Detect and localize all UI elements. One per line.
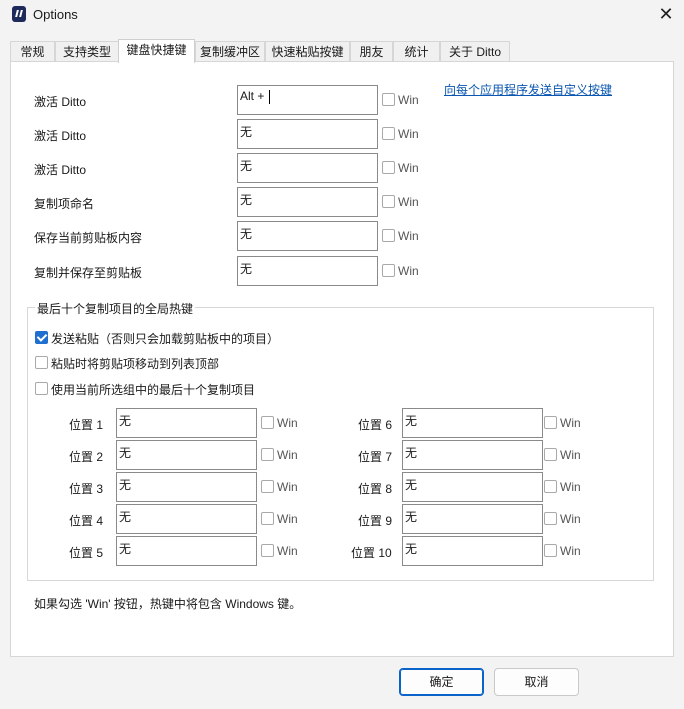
win-checkbox[interactable]: [261, 480, 274, 493]
win-checkbox[interactable]: [261, 544, 274, 557]
ditto-app-icon: [12, 6, 26, 22]
hotkey-field[interactable]: Alt +: [237, 85, 378, 115]
win-label: Win: [277, 416, 298, 430]
position-hotkey-field[interactable]: 无: [402, 472, 543, 502]
position-label: 位置 1: [69, 418, 104, 432]
win-label: Win: [560, 512, 581, 526]
tab-quick-paste-keys[interactable]: 快速粘贴按键: [265, 41, 350, 61]
move-to-top-checkbox[interactable]: [35, 356, 48, 369]
position-label: 位置 3: [69, 482, 104, 496]
win-label: Win: [560, 416, 581, 430]
win-checkbox[interactable]: [382, 161, 395, 174]
hotkey-label: 保存当前剪贴板内容: [34, 231, 143, 245]
tab-supported-types[interactable]: 支持类型: [55, 41, 119, 61]
send-custom-keys-link[interactable]: 向每个应用程序发送自定义按键: [444, 81, 612, 98]
win-checkbox[interactable]: [382, 127, 395, 140]
position-hotkey-field[interactable]: 无: [116, 408, 257, 438]
win-label: Win: [398, 127, 419, 141]
position-label: 位置 7: [358, 450, 393, 464]
hotkey-label: 激活 Ditto: [34, 95, 87, 109]
send-paste-checkbox[interactable]: [35, 331, 48, 344]
position-hotkey-field[interactable]: 无: [116, 536, 257, 566]
win-label: Win: [560, 480, 581, 494]
text-caret: [268, 89, 270, 104]
tab-strip: 常规 支持类型 键盘快捷键 复制缓冲区 快速粘贴按键 朋友 统计 关于 Ditt…: [10, 39, 674, 63]
win-label: Win: [277, 512, 298, 526]
position-hotkey-field[interactable]: 无: [116, 504, 257, 534]
cancel-button[interactable]: 取消: [494, 668, 579, 696]
win-checkbox[interactable]: [382, 264, 395, 277]
position-label: 位置 10: [351, 546, 392, 560]
hotkey-label: 激活 Ditto: [34, 163, 87, 177]
position-hotkey-field[interactable]: 无: [402, 440, 543, 470]
hotkey-label: 复制项命名: [34, 197, 95, 211]
send-paste-label: 发送粘贴（否则只会加载剪贴板中的项目）: [51, 332, 280, 346]
win-label: Win: [560, 448, 581, 462]
tab-copy-buffers[interactable]: 复制缓冲区: [195, 41, 265, 61]
tab-about[interactable]: 关于 Ditto: [440, 41, 510, 61]
close-icon[interactable]: ✕: [652, 2, 680, 26]
win-label: Win: [277, 448, 298, 462]
hotkey-field[interactable]: 无: [237, 221, 378, 251]
win-label: Win: [398, 264, 419, 278]
win-checkbox[interactable]: [544, 544, 557, 557]
win-checkbox[interactable]: [382, 195, 395, 208]
position-hotkey-field[interactable]: 无: [116, 472, 257, 502]
win-label: Win: [277, 480, 298, 494]
hotkey-field[interactable]: 无: [237, 187, 378, 217]
win-label: Win: [398, 93, 419, 107]
win-checkbox[interactable]: [261, 448, 274, 461]
win-checkbox[interactable]: [261, 512, 274, 525]
win-label: Win: [398, 161, 419, 175]
position-label: 位置 2: [69, 450, 104, 464]
position-hotkey-field[interactable]: 无: [402, 536, 543, 566]
move-to-top-label: 粘贴时将剪贴项移动到列表顶部: [51, 357, 220, 371]
win-key-note: 如果勾选 'Win' 按钮，热键中将包含 Windows 键。: [34, 597, 302, 611]
position-hotkey-field[interactable]: 无: [402, 504, 543, 534]
use-current-group-label: 使用当前所选组中的最后十个复制项目: [51, 383, 256, 397]
group-title: 最后十个复制项目的全局热键: [35, 300, 196, 317]
hotkey-field[interactable]: 无: [237, 119, 378, 149]
position-hotkey-field[interactable]: 无: [116, 440, 257, 470]
win-label: Win: [398, 229, 419, 243]
win-label: Win: [277, 544, 298, 558]
tab-stats[interactable]: 统计: [393, 41, 440, 61]
win-label: Win: [398, 195, 419, 209]
win-checkbox[interactable]: [544, 480, 557, 493]
use-current-group-checkbox[interactable]: [35, 382, 48, 395]
options-window: Options ✕ 常规 支持类型 键盘快捷键 复制缓冲区 快速粘贴按键 朋友 …: [0, 0, 684, 709]
hotkey-value: Alt +: [240, 89, 268, 103]
win-checkbox[interactable]: [544, 512, 557, 525]
win-label: Win: [560, 544, 581, 558]
position-label: 位置 4: [69, 514, 104, 528]
hotkey-field[interactable]: 无: [237, 153, 378, 183]
position-label: 位置 6: [358, 418, 393, 432]
position-label: 位置 8: [358, 482, 393, 496]
ok-button[interactable]: 确定: [399, 668, 484, 696]
hotkey-label: 复制并保存至剪贴板: [34, 266, 143, 280]
win-checkbox[interactable]: [544, 416, 557, 429]
position-hotkey-field[interactable]: 无: [402, 408, 543, 438]
position-label: 位置 5: [69, 546, 104, 560]
win-checkbox[interactable]: [382, 229, 395, 242]
window-title: Options: [33, 7, 78, 22]
hotkey-label: 激活 Ditto: [34, 129, 87, 143]
win-checkbox[interactable]: [544, 448, 557, 461]
tab-friends[interactable]: 朋友: [350, 41, 393, 61]
win-checkbox[interactable]: [382, 93, 395, 106]
tab-keyboard-shortcuts[interactable]: 键盘快捷键: [118, 39, 195, 63]
win-checkbox[interactable]: [261, 416, 274, 429]
hotkey-field[interactable]: 无: [237, 256, 378, 286]
tab-general[interactable]: 常规: [10, 41, 55, 61]
title-bar: Options ✕: [0, 0, 684, 30]
position-label: 位置 9: [358, 514, 393, 528]
